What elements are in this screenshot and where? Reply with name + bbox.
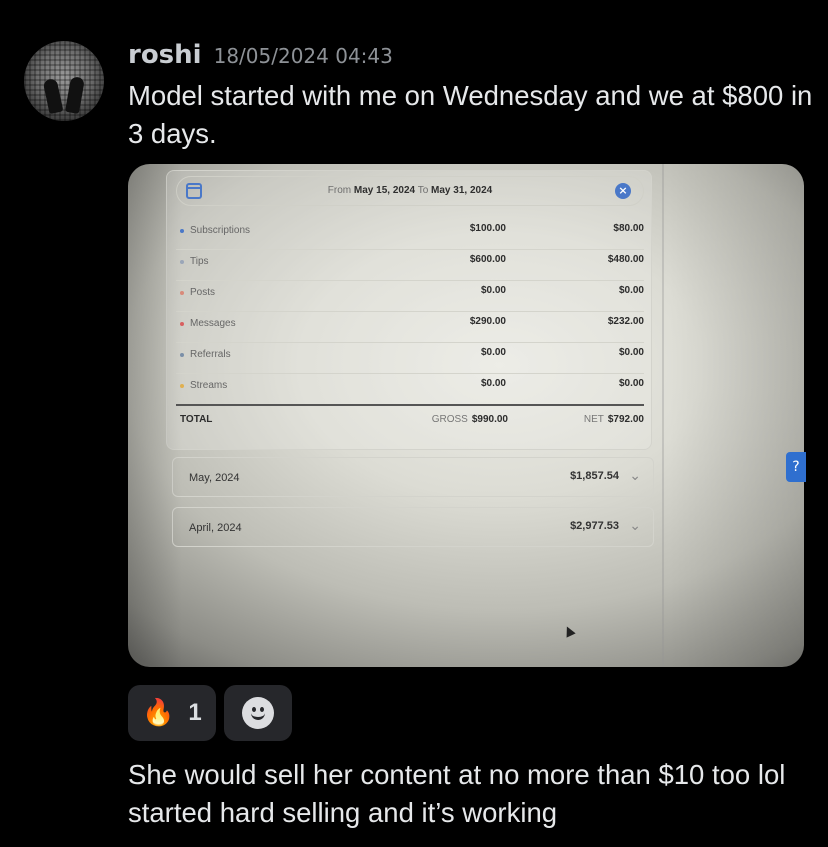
avatar-shape — [64, 76, 86, 114]
month-row: May, 2024 $1,857.54 ⌄ — [172, 457, 654, 497]
chevron-down-icon: ⌄ — [629, 517, 641, 533]
row-label: Tips — [190, 256, 209, 267]
bullet-icon — [180, 384, 184, 388]
bullet-icon — [180, 353, 184, 357]
add-reaction-button[interactable] — [223, 685, 292, 741]
divider — [176, 404, 644, 406]
message-header: roshi 18/05/2024 04:43 — [128, 40, 393, 70]
row-net: $480.00 — [607, 254, 644, 265]
bullet-icon — [180, 322, 184, 326]
fire-icon: 🔥 — [142, 698, 175, 728]
row-label: Messages — [190, 318, 236, 329]
timestamp: 18/05/2024 04:43 — [213, 44, 393, 68]
followup-message-text: She would sell her content at no more th… — [128, 759, 786, 828]
row-net: $0.00 — [618, 378, 644, 389]
reaction-fire[interactable]: 🔥 1 — [128, 685, 216, 741]
avatar-shape — [42, 77, 64, 115]
bullet-icon — [180, 260, 184, 264]
month-value: $2,977.53 — [570, 520, 619, 532]
month-row: April, 2024 $2,977.53 ⌄ — [172, 507, 654, 547]
earnings-row: Posts $0.00 $0.00 — [176, 281, 644, 312]
bullet-icon — [180, 229, 184, 233]
row-net: $80.00 — [613, 223, 644, 234]
row-net: $232.00 — [607, 316, 644, 327]
reactions-bar: 🔥 1 — [128, 685, 292, 741]
reaction-count: 1 — [188, 699, 202, 726]
month-value: $1,857.54 — [570, 470, 619, 482]
message-text: Model started with me on Wednesday and w… — [128, 80, 813, 149]
row-gross: $0.00 — [480, 378, 506, 389]
chevron-down-icon: ⌄ — [629, 467, 641, 483]
bullet-icon — [180, 291, 184, 295]
total-label: TOTAL — [180, 414, 213, 425]
row-gross: $600.00 — [469, 254, 506, 265]
smiley-icon — [241, 697, 274, 729]
earnings-row: Subscriptions $100.00 $80.00 — [176, 219, 644, 250]
month-label: April, 2024 — [189, 522, 242, 534]
date-range-text: From May 15, 2024 To May 31, 2024 — [327, 185, 493, 196]
date-range-bar: From May 15, 2024 To May 31, 2024 × — [176, 176, 644, 206]
earnings-row: Tips $600.00 $480.00 — [176, 250, 644, 281]
row-gross: $290.00 — [469, 316, 506, 327]
row-net: $0.00 — [618, 285, 644, 296]
mouse-cursor-icon — [562, 624, 576, 638]
image-attachment[interactable]: From May 15, 2024 To May 31, 2024 × Subs… — [128, 164, 804, 667]
earnings-row: Messages $290.00 $232.00 — [176, 312, 644, 343]
close-icon: × — [615, 183, 631, 199]
earnings-row: Streams $0.00 $0.00 — [176, 374, 644, 405]
help-icon: ? — [786, 452, 806, 482]
row-gross: $0.00 — [480, 347, 506, 358]
total-net: NET $792.00 — [583, 414, 644, 425]
screen-edge — [662, 164, 664, 667]
username[interactable]: roshi — [128, 40, 202, 70]
avatar[interactable] — [24, 41, 104, 121]
earnings-row: Referrals $0.00 $0.00 — [176, 343, 644, 374]
month-label: May, 2024 — [189, 472, 240, 484]
row-label: Subscriptions — [190, 225, 251, 236]
row-label: Referrals — [190, 349, 231, 360]
row-label: Streams — [190, 380, 228, 391]
row-net: $0.00 — [618, 347, 644, 358]
row-gross: $100.00 — [469, 223, 506, 234]
row-gross: $0.00 — [480, 285, 506, 296]
row-label: Posts — [190, 287, 216, 298]
